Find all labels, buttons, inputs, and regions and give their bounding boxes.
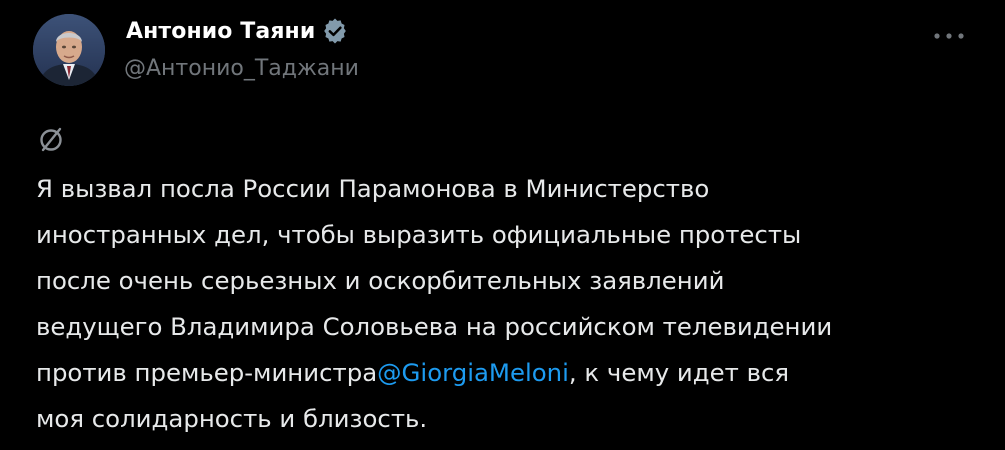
tweet-card: Антонио Таяни @Антонио_Таджани Я вызвал … <box>0 0 1005 450</box>
no-entry-icon <box>36 124 66 154</box>
author-name-row: Антонио Таяни <box>126 18 348 44</box>
author-display-name[interactable]: Антонио Таяни <box>126 19 315 44</box>
author-avatar[interactable] <box>33 14 105 86</box>
text-segment: против премьер-министра <box>36 358 378 387</box>
author-handle[interactable]: @Антонио_Таджани <box>124 56 359 81</box>
tweet-text-line: Я вызвал посла России Парамонова в Минис… <box>36 174 710 203</box>
tweet-text-line: моя солидарность и близость. <box>36 404 428 433</box>
mention-link[interactable]: @GiorgiaMeloni <box>377 358 569 387</box>
tweet-text-line: после очень серьезных и оскорбительных з… <box>36 266 725 295</box>
verified-badge-icon[interactable] <box>322 18 348 44</box>
more-options-icon[interactable] <box>929 28 969 42</box>
text-segment: , к чему идет вся <box>568 358 790 387</box>
tweet-text-line: ведущего Владимира Соловьева на российск… <box>36 312 833 341</box>
tweet-text: Я вызвал посла России Парамонова в Минис… <box>36 166 986 442</box>
tweet-text-line: против премьер-министра@GiorgiaMeloni, к… <box>36 350 986 396</box>
avatar-image <box>33 14 105 86</box>
tweet-text-line: иностранных дел, чтобы выразить официаль… <box>36 220 802 249</box>
